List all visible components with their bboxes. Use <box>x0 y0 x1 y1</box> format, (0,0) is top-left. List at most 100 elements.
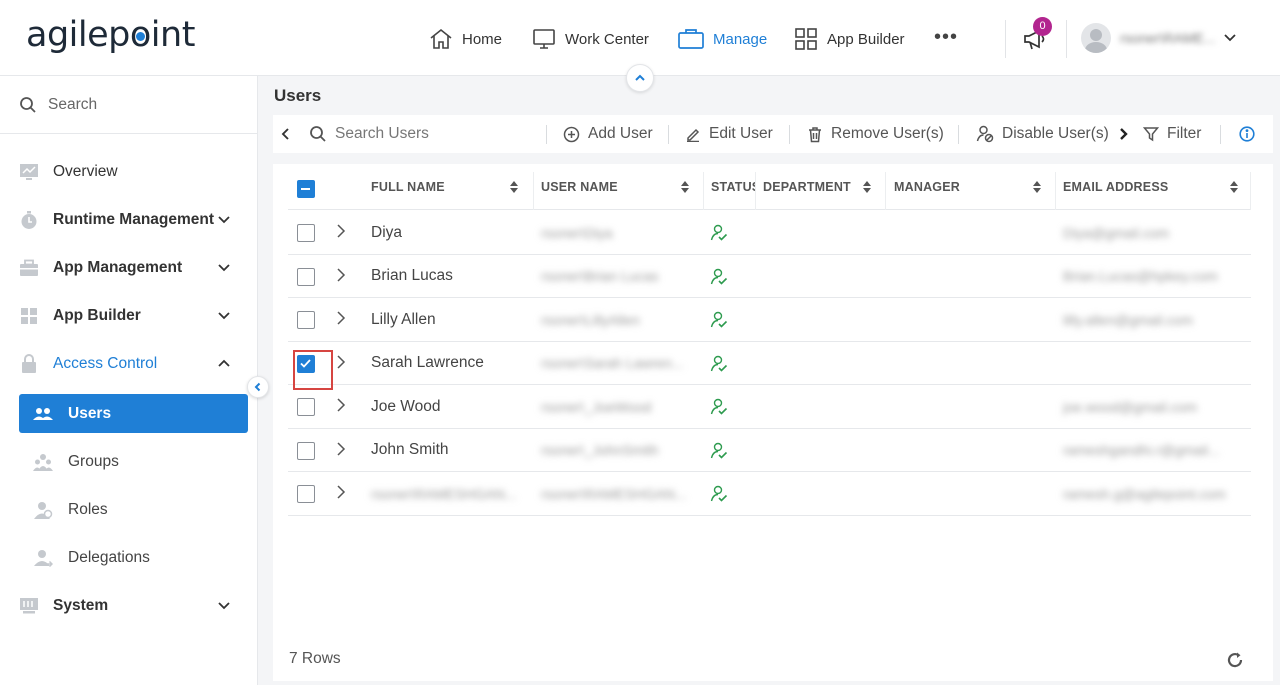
row-checkbox[interactable] <box>297 267 315 286</box>
sidebar-item-app-management[interactable]: App Management <box>0 246 257 290</box>
sidebar-search[interactable]: Search <box>0 76 257 134</box>
table-row[interactable]: John Smith rsoner\_JohnSmith rameshgandhi.… <box>288 429 1251 472</box>
sidebar-search-placeholder: Search <box>48 95 98 113</box>
nav-work-center[interactable]: Work Center <box>531 22 649 56</box>
table-row[interactable]: Diya rsoner\Diya Diya@gmail.com <box>288 211 1251 255</box>
sidebar-item-system[interactable]: System <box>0 584 257 628</box>
grid-icon <box>795 28 817 50</box>
collapse-header-button[interactable] <box>626 64 654 92</box>
sidebar-item-label: Overview <box>53 163 118 180</box>
server-icon <box>19 596 39 616</box>
chevron-right-icon[interactable] <box>1116 127 1130 141</box>
toolbar-divider <box>546 125 547 144</box>
row-checkbox[interactable] <box>293 349 333 390</box>
table-row[interactable]: Lilly Allen rsoner\LillyAllen lilly.allen@… <box>288 298 1251 342</box>
cell-email: Diya@gmail.com <box>1063 224 1170 241</box>
expand-row-icon[interactable] <box>335 398 347 412</box>
more-menu-icon[interactable]: ••• <box>934 27 958 47</box>
chevron-left-icon <box>254 382 261 392</box>
sidebar-item-label: App Builder <box>53 307 141 324</box>
column-header-manager[interactable]: MANAGER <box>894 164 1046 210</box>
user-disable-icon <box>976 125 994 143</box>
user-name[interactable]: rsoner\RAME... <box>1120 30 1216 46</box>
monitor-icon <box>533 29 555 49</box>
sidebar-subitem-delegations[interactable]: Delegations <box>19 538 248 577</box>
avatar[interactable] <box>1081 23 1111 53</box>
user-active-icon <box>710 355 728 372</box>
column-header-department[interactable]: DEPARTMENT <box>763 164 875 210</box>
toolbar-divider <box>789 125 790 144</box>
cell-email <box>1063 342 1248 385</box>
chevron-left-icon[interactable] <box>279 127 293 141</box>
sidebar-subitem-label: Users <box>68 404 112 422</box>
select-all-checkbox[interactable] <box>297 180 315 198</box>
disable-users-button[interactable]: Disable User(s) <box>976 115 1109 153</box>
sidebar-item-runtime-management[interactable]: Runtime Management <box>0 198 257 242</box>
row-checkbox[interactable] <box>297 441 315 460</box>
sidebar-item-overview[interactable]: Overview <box>0 150 257 194</box>
cell-email: lilly.allen@gmail.com <box>1063 311 1193 328</box>
row-checkbox[interactable] <box>297 485 315 503</box>
collapse-sidebar-button[interactable] <box>247 376 269 398</box>
nav-app-builder[interactable]: App Builder <box>793 22 905 56</box>
header-divider <box>1066 20 1067 58</box>
nav-home[interactable]: Home <box>428 22 502 56</box>
chevron-down-icon[interactable] <box>1222 30 1238 46</box>
cell-user-name: rsoner\Sarah Lawren... <box>541 355 684 371</box>
expand-row-icon[interactable] <box>335 311 347 325</box>
sidebar-item-access-control[interactable]: Access Control <box>0 342 257 386</box>
expand-row-icon[interactable] <box>335 485 347 499</box>
edit-user-button[interactable]: Edit User <box>685 115 773 153</box>
add-user-button[interactable]: Add User <box>563 115 653 153</box>
column-label: USER NAME <box>541 180 618 194</box>
cell-user-name: rsoner\RAMESHGAN... <box>541 485 687 502</box>
main-content: Users Search Users Add User Edit User Re… <box>258 76 1280 685</box>
table-row[interactable]: rsoner\RAMESHGAN... rsoner\RAMESHGAN... ra… <box>288 472 1251 516</box>
sidebar-subitem-label: Roles <box>68 500 108 518</box>
refresh-icon[interactable] <box>1226 651 1244 669</box>
user-active-icon <box>710 311 728 328</box>
chevron-down-icon <box>218 264 230 272</box>
remove-users-button[interactable]: Remove User(s) <box>807 115 944 153</box>
table-row[interactable]: Joe Wood rsoner\_JoeWood joe.wood@gmail.co… <box>288 385 1251 429</box>
table-row[interactable]: Sarah Lawrence rsoner\Sarah Lawren... <box>288 342 1251 390</box>
expand-row-icon[interactable] <box>335 354 347 369</box>
column-label: FULL NAME <box>371 180 445 194</box>
column-header-user-name[interactable]: USER NAME <box>541 164 693 210</box>
search-users-input[interactable]: Search Users <box>309 115 429 153</box>
sidebar-subitem-groups[interactable]: Groups <box>19 442 248 481</box>
row-checkbox[interactable] <box>297 398 315 416</box>
briefcase-icon <box>678 29 704 49</box>
column-header-status[interactable]: STATUS <box>711 164 755 210</box>
cell-user-name: rsoner\LillyAllen <box>541 311 640 328</box>
cell-email: joe.wood@gmail.com <box>1063 398 1198 415</box>
row-checkbox[interactable] <box>297 224 315 242</box>
sort-icon <box>1033 181 1041 193</box>
cell-full-name: Lilly Allen <box>371 310 436 328</box>
sidebar-item-app-builder[interactable]: App Builder <box>0 294 257 338</box>
info-icon[interactable] <box>1239 126 1255 142</box>
table-row[interactable]: Brian Lucas rsoner\Brian Lucas Brian.Lucas… <box>288 255 1251 298</box>
nav-manage[interactable]: Manage <box>677 22 767 56</box>
cell-full-name: John Smith <box>371 441 449 458</box>
plus-circle-icon <box>563 126 580 142</box>
expand-row-icon[interactable] <box>335 267 347 282</box>
sidebar-subitem-users[interactable]: Users <box>19 394 248 433</box>
home-icon <box>430 28 452 49</box>
header-divider <box>1005 20 1006 58</box>
column-header-full-name[interactable]: FULL NAME <box>371 164 523 210</box>
expand-row-icon[interactable] <box>335 224 347 238</box>
stopwatch-icon <box>19 210 39 230</box>
sidebar-subitem-roles[interactable]: Roles <box>19 490 248 529</box>
remove-users-label: Remove User(s) <box>831 125 944 142</box>
expand-row-icon[interactable] <box>335 441 347 456</box>
agilepoint-logo[interactable]: agilepoint <box>26 15 195 55</box>
page-title: Users <box>274 86 322 105</box>
filter-button[interactable]: Filter <box>1143 115 1201 153</box>
row-checkbox[interactable] <box>297 311 315 329</box>
cell-full-name: Brian Lucas <box>371 267 453 284</box>
column-header-email[interactable]: EMAIL ADDRESS <box>1063 164 1251 210</box>
cell-user-name: rsoner\Brian Lucas <box>541 268 659 284</box>
cell-full-name: Sarah Lawrence <box>371 354 484 371</box>
users-toolbar: Search Users Add User Edit User Remove U… <box>273 115 1273 153</box>
